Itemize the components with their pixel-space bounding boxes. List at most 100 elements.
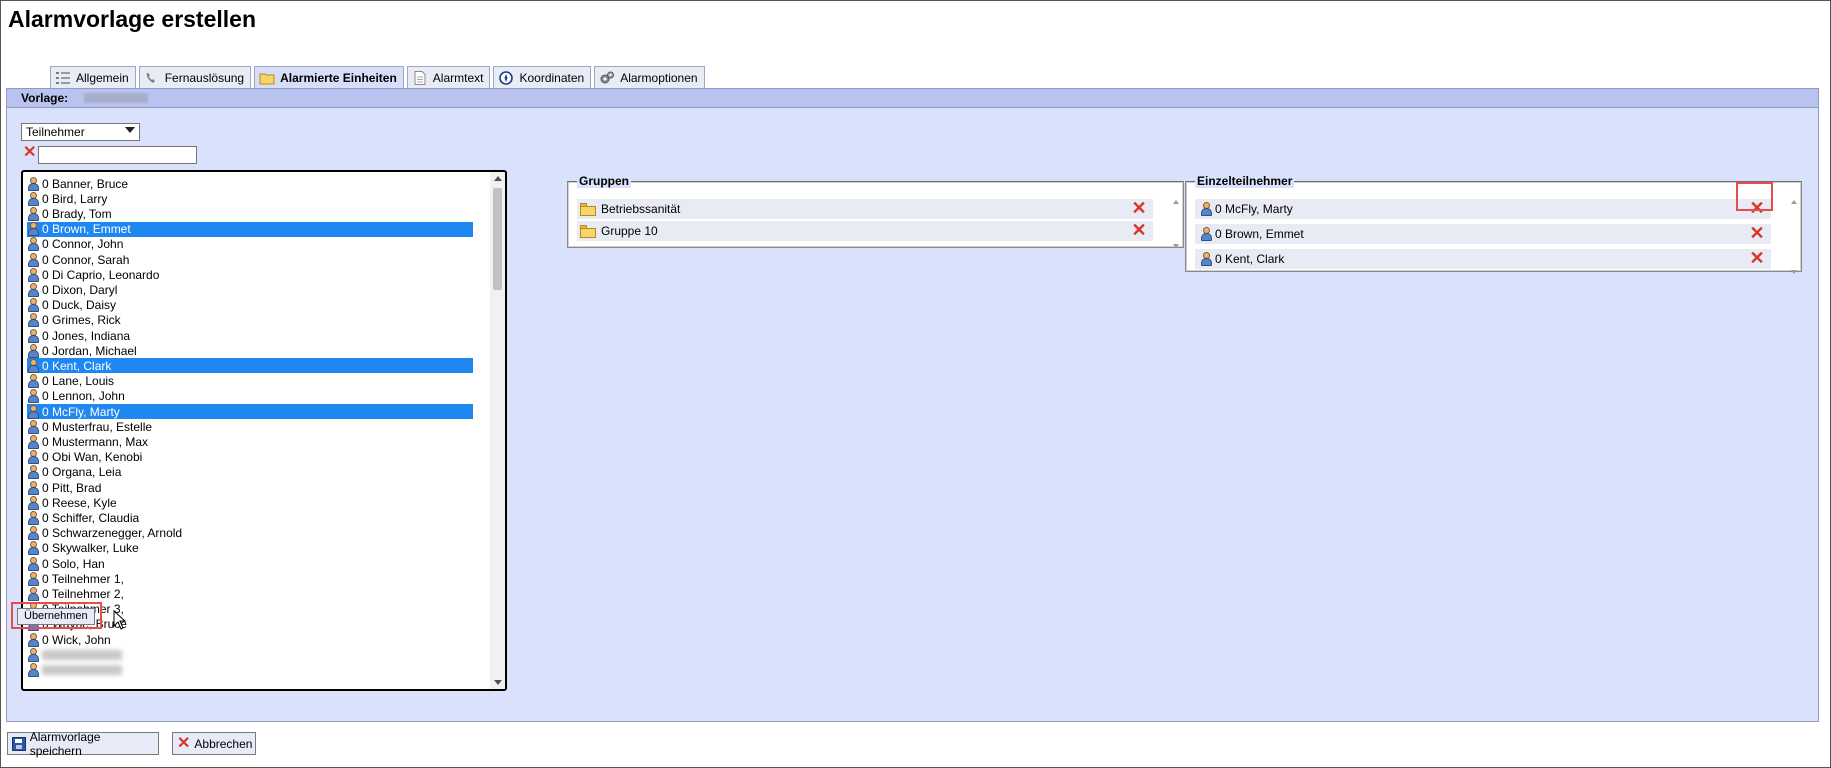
list-item[interactable]: 0 Brown, Emmet <box>27 221 473 237</box>
tab-label: Alarmoptionen <box>620 70 698 85</box>
list-item[interactable]: 0 McFly, Marty <box>27 404 473 419</box>
list-item-label: 0 Reese, Kyle <box>42 495 117 510</box>
list-item-label: 0 Lane, Louis <box>42 374 115 389</box>
list-item-label: 0 Bird, Larry <box>42 191 108 206</box>
list-item[interactable]: 0 Wick, John <box>27 632 473 647</box>
list-item[interactable]: 0 Teilnehmer 2, <box>27 586 473 601</box>
person-icon <box>27 450 39 465</box>
list-item[interactable]: 0 Jones, Indiana <box>27 328 473 343</box>
list-item[interactable]: 0 Lane, Louis <box>27 374 473 389</box>
person-icon <box>27 237 39 252</box>
list-item[interactable]: 0 Kent, Clark <box>27 358 473 374</box>
list-item-label: 0 Wick, John <box>42 632 111 647</box>
person-icon <box>27 526 39 541</box>
person-icon <box>27 222 39 237</box>
page-title: Alarmvorlage erstellen <box>8 6 257 32</box>
person-icon <box>27 434 39 449</box>
list-item[interactable]: 0 Lennon, John <box>27 389 473 404</box>
remove-icon[interactable]: ✕ <box>1749 224 1765 242</box>
list-item-label: 0 Brady, Tom <box>42 206 112 221</box>
list-item-label: 0 Banner, Bruce <box>42 176 129 191</box>
list-item[interactable]: 0 Banner, Bruce <box>27 176 473 191</box>
filter-input[interactable] <box>38 146 197 164</box>
list-item[interactable]: 0 Solo, Han <box>27 556 473 571</box>
person-icon <box>27 662 39 677</box>
gruppen-item-label: Betriebssanität <box>601 202 681 216</box>
list-item-label: 0 Jordan, Michael <box>42 343 137 358</box>
tab-bar: Allgemein Fernauslösung Alarmierte Einhe… <box>50 64 705 88</box>
list-item[interactable]: 0 Reese, Kyle <box>27 495 473 510</box>
list-item[interactable]: 0 Teilnehmer 1, <box>27 571 473 586</box>
person-icon <box>27 328 39 343</box>
person-icon <box>1200 202 1212 216</box>
clear-filter-icon[interactable]: ✕ <box>23 145 36 161</box>
list-item[interactable]: 0 Mustermann, Max <box>27 434 473 449</box>
tab-fernausloesung[interactable]: Fernauslösung <box>138 66 252 88</box>
list-item-redacted[interactable] <box>27 662 473 677</box>
list-item[interactable]: 0 Brady, Tom <box>27 206 473 221</box>
list-item[interactable]: 0 Connor, John <box>27 237 473 252</box>
list-item-redacted[interactable] <box>27 647 473 662</box>
type-select[interactable]: Teilnehmer <box>21 123 140 141</box>
tab-label: Fernauslösung <box>164 70 245 85</box>
einzelteilnehmer-item-label: 0 Kent, Clark <box>1215 252 1285 266</box>
list-item-label: 0 Schiffer, Claudia <box>42 510 140 525</box>
list-item[interactable]: 0 Obi Wan, Kenobi <box>27 450 473 465</box>
list-icon <box>55 71 71 85</box>
tab-alarmtext[interactable]: Alarmtext <box>406 66 491 88</box>
tab-alarmierte-einheiten[interactable]: Alarmierte Einheiten <box>254 66 404 88</box>
person-icon <box>27 206 39 221</box>
cancel-button[interactable]: ✕ Abbrechen <box>172 732 256 755</box>
listbox-scrollbar[interactable] <box>490 172 505 689</box>
person-icon <box>27 495 39 510</box>
list-item[interactable]: 0 Connor, Sarah <box>27 252 473 267</box>
vorlage-bar: Vorlage: <box>7 89 1818 108</box>
save-template-button[interactable]: Alarmvorlage speichern <box>7 730 159 758</box>
remove-icon[interactable]: ✕ <box>1749 249 1765 267</box>
einzelteilnehmer-legend: Einzelteilnehmer <box>1195 174 1295 188</box>
list-item-label: 0 Teilnehmer 1, <box>42 571 124 586</box>
list-item-label: 0 Schwarzenegger, Arnold <box>42 526 183 541</box>
tab-label: Koordinaten <box>519 70 585 85</box>
remove-icon[interactable]: ✕ <box>1131 199 1147 217</box>
list-item[interactable]: 0 Musterfrau, Estelle <box>27 419 473 434</box>
einzelteilnehmer-item: 0 Kent, Clark ✕ <box>1195 249 1771 269</box>
vorlage-label: Vorlage: <box>21 91 69 105</box>
list-item[interactable]: 0 Dixon, Daryl <box>27 282 473 297</box>
scroll-down-icon[interactable] <box>494 680 502 685</box>
scroll-up-icon[interactable] <box>494 176 502 181</box>
scroll-thumb[interactable] <box>493 188 502 290</box>
person-icon <box>27 176 39 191</box>
list-item-label: 0 Duck, Daisy <box>42 298 117 313</box>
phone-icon <box>144 71 160 85</box>
remove-icon[interactable]: ✕ <box>1131 221 1147 239</box>
cancel-label: Abbrechen <box>194 736 253 751</box>
gears-icon <box>599 71 615 85</box>
person-icon <box>27 191 39 206</box>
list-item[interactable]: 0 Di Caprio, Leonardo <box>27 267 473 282</box>
list-item[interactable]: 0 Schwarzenegger, Arnold <box>27 526 473 541</box>
list-item-label: 0 Brown, Emmet <box>42 222 131 237</box>
list-item-label: 0 McFly, Marty <box>42 404 120 419</box>
tab-alarmoptionen[interactable]: Alarmoptionen <box>594 66 705 88</box>
list-item[interactable]: 0 Pitt, Brad <box>27 480 473 495</box>
list-item-label: 0 Obi Wan, Kenobi <box>42 450 143 465</box>
list-item[interactable]: 0 Schiffer, Claudia <box>27 510 473 525</box>
person-icon <box>27 571 39 586</box>
einzelteilnehmer-item: 0 McFly, Marty ✕ <box>1195 199 1771 219</box>
list-item[interactable]: 0 Duck, Daisy <box>27 298 473 313</box>
person-icon <box>1200 252 1212 266</box>
save-icon <box>12 736 26 751</box>
list-item[interactable]: 0 Skywalker, Luke <box>27 541 473 556</box>
list-item[interactable]: 0 Grimes, Rick <box>27 313 473 328</box>
einzelteilnehmer-box: Einzelteilnehmer 0 McFly, Marty ✕ 0 Brow… <box>1185 174 1802 274</box>
person-icon <box>1200 227 1212 241</box>
list-item-label: 0 Connor, John <box>42 237 124 252</box>
list-item[interactable]: 0 Organa, Leia <box>27 465 473 480</box>
list-item[interactable]: 0 Bird, Larry <box>27 191 473 206</box>
list-item-label: 0 Lennon, John <box>42 389 125 404</box>
list-item-label: 0 Grimes, Rick <box>42 313 121 328</box>
tab-koordinaten[interactable]: Koordinaten <box>493 66 592 88</box>
tab-allgemein[interactable]: Allgemein <box>50 66 136 88</box>
list-item[interactable]: 0 Jordan, Michael <box>27 343 473 358</box>
